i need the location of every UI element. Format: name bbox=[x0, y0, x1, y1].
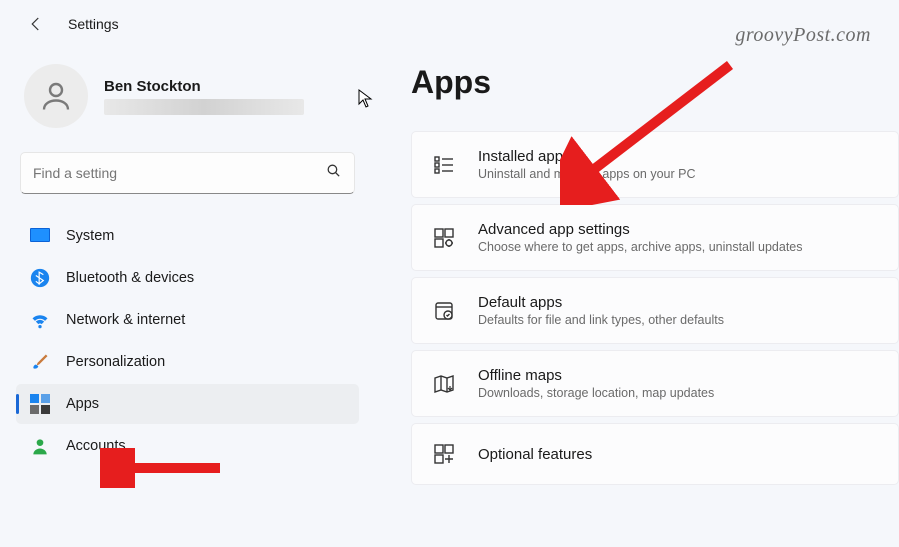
card-title: Optional features bbox=[478, 446, 592, 463]
card-subtitle: Defaults for file and link types, other … bbox=[478, 313, 724, 327]
system-icon bbox=[30, 226, 50, 246]
card-default-apps[interactable]: Default apps Defaults for file and link … bbox=[411, 277, 899, 344]
card-optional-features[interactable]: Optional features bbox=[411, 423, 899, 485]
sidebar-item-system[interactable]: System bbox=[16, 216, 359, 256]
sidebar-nav: System Bluetooth & devices Network & int… bbox=[16, 216, 359, 466]
sidebar-item-label: Personalization bbox=[66, 354, 165, 370]
card-subtitle: Downloads, storage location, map updates bbox=[478, 386, 714, 400]
sidebar-item-label: Bluetooth & devices bbox=[66, 270, 194, 286]
watermark: groovyPost.com bbox=[735, 24, 871, 47]
page-title: Apps bbox=[411, 64, 899, 101]
user-email-redacted bbox=[104, 99, 304, 115]
card-title: Offline maps bbox=[478, 367, 714, 384]
window-title: Settings bbox=[68, 16, 119, 32]
avatar bbox=[24, 64, 88, 128]
wifi-icon bbox=[30, 310, 50, 330]
search-icon bbox=[325, 162, 342, 184]
account-icon bbox=[30, 436, 50, 456]
sidebar-item-label: Network & internet bbox=[66, 312, 185, 328]
brush-icon bbox=[30, 352, 50, 372]
offline-maps-icon bbox=[430, 370, 458, 398]
default-apps-icon bbox=[430, 297, 458, 325]
back-button[interactable] bbox=[24, 12, 48, 36]
user-block[interactable]: Ben Stockton bbox=[16, 56, 359, 146]
sidebar-item-label: Accounts bbox=[66, 438, 126, 454]
user-name: Ben Stockton bbox=[104, 78, 304, 95]
sidebar-item-bluetooth[interactable]: Bluetooth & devices bbox=[16, 258, 359, 298]
card-advanced-app-settings[interactable]: Advanced app settings Choose where to ge… bbox=[411, 204, 899, 271]
card-title: Installed apps bbox=[478, 148, 696, 165]
card-subtitle: Choose where to get apps, archive apps, … bbox=[478, 240, 803, 254]
apps-icon bbox=[30, 394, 50, 414]
installed-apps-icon bbox=[430, 151, 458, 179]
card-subtitle: Uninstall and manage apps on your PC bbox=[478, 167, 696, 181]
card-offline-maps[interactable]: Offline maps Downloads, storage location… bbox=[411, 350, 899, 417]
sidebar-item-personalization[interactable]: Personalization bbox=[16, 342, 359, 382]
bluetooth-icon bbox=[30, 268, 50, 288]
sidebar-item-label: Apps bbox=[66, 396, 99, 412]
card-title: Advanced app settings bbox=[478, 221, 803, 238]
sidebar-item-accounts[interactable]: Accounts bbox=[16, 426, 359, 466]
sidebar-item-network[interactable]: Network & internet bbox=[16, 300, 359, 340]
card-installed-apps[interactable]: Installed apps Uninstall and manage apps… bbox=[411, 131, 899, 198]
card-title: Default apps bbox=[478, 294, 724, 311]
search-box[interactable] bbox=[20, 152, 355, 194]
sidebar-item-label: System bbox=[66, 228, 114, 244]
search-input[interactable] bbox=[33, 165, 325, 181]
advanced-settings-icon bbox=[430, 224, 458, 252]
optional-features-icon bbox=[430, 440, 458, 468]
sidebar-item-apps[interactable]: Apps bbox=[16, 384, 359, 424]
